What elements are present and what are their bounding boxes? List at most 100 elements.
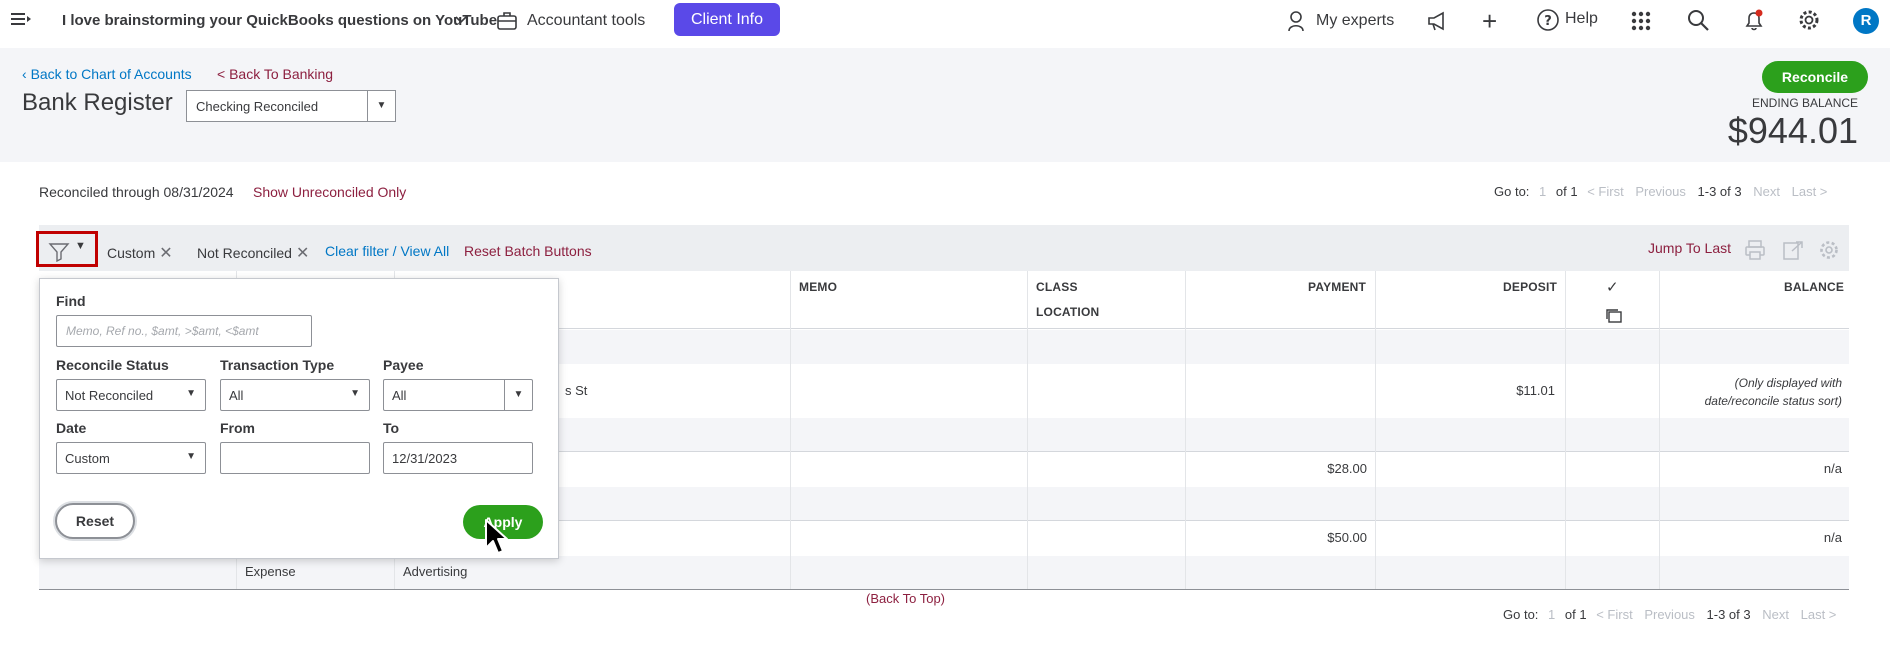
settings-gear-icon[interactable]: [1797, 8, 1821, 32]
column-header-deposit[interactable]: DEPOSIT: [1503, 280, 1557, 294]
first-page-link[interactable]: < First: [1587, 184, 1623, 199]
help-icon[interactable]: ?: [1536, 8, 1560, 32]
show-unreconciled-link[interactable]: Show Unreconciled Only: [253, 184, 406, 200]
ending-balance-label: ENDING BALANCE: [1752, 96, 1859, 110]
go-to-label: Go to:: [1503, 607, 1539, 622]
column-header-class[interactable]: CLASS: [1036, 280, 1078, 294]
date-value: Custom: [65, 451, 110, 466]
reconcile-status-select[interactable]: Not Reconciled ▼: [56, 379, 206, 411]
payment-cell[interactable]: $50.00: [1262, 530, 1367, 545]
column-header-memo[interactable]: MEMO: [799, 280, 837, 294]
client-info-button[interactable]: Client Info: [674, 3, 780, 36]
batch-copy-icon[interactable]: [1605, 308, 1623, 329]
svg-text:?: ?: [1544, 14, 1552, 29]
balance-note-line: (Only displayed with: [1734, 376, 1842, 390]
to-date-value: 12/31/2023: [392, 451, 458, 466]
back-to-top-link[interactable]: (Back To Top): [866, 591, 945, 606]
next-page-link[interactable]: Next: [1762, 607, 1789, 622]
page-range: 1-3 of 3: [1706, 607, 1751, 622]
table-row-sub: [39, 556, 1849, 589]
clear-filter-link[interactable]: Clear filter / View All: [325, 243, 449, 259]
last-page-link[interactable]: Last >: [1801, 607, 1837, 622]
column-divider: [1565, 271, 1566, 589]
caret-down-icon: ▼: [350, 388, 360, 399]
close-icon[interactable]: ✕: [159, 245, 172, 262]
apps-grid-icon[interactable]: [1630, 10, 1652, 32]
balance-cell: n/a: [1823, 530, 1842, 545]
briefcase-icon[interactable]: [496, 10, 518, 32]
help-link[interactable]: Help: [1565, 10, 1598, 28]
deposit-cell[interactable]: $11.01: [1450, 383, 1555, 398]
date-select[interactable]: Custom ▼: [56, 442, 206, 474]
previous-page-link[interactable]: Previous: [1635, 184, 1686, 199]
account-select[interactable]: Checking Reconciled ▼: [186, 90, 396, 122]
find-label: Find: [56, 293, 86, 309]
table-bottom-border: [39, 589, 1849, 590]
payee-cell[interactable]: s St: [565, 383, 587, 398]
reconcile-status-value: Not Reconciled: [65, 388, 154, 403]
back-coa-label: Back to Chart of Accounts: [30, 66, 192, 82]
jump-to-last-link[interactable]: Jump To Last: [1648, 240, 1731, 256]
print-icon[interactable]: [1744, 239, 1766, 261]
column-header-check[interactable]: ✓: [1606, 278, 1619, 296]
reconcile-status-label: Reconcile Status: [56, 357, 169, 373]
account-cell[interactable]: Advertising: [403, 564, 467, 579]
experts-icon[interactable]: [1285, 9, 1307, 33]
payee-select[interactable]: All ▼: [383, 379, 533, 411]
search-icon[interactable]: [1686, 8, 1710, 32]
new-plus-icon[interactable]: +: [1482, 6, 1497, 37]
export-icon[interactable]: [1782, 239, 1804, 261]
avatar[interactable]: R: [1853, 8, 1879, 34]
page-of-label: of 1: [1564, 607, 1587, 622]
reset-batch-buttons-link[interactable]: Reset Batch Buttons: [464, 243, 592, 259]
filter-button[interactable]: ▼: [36, 231, 98, 267]
to-label: To: [383, 420, 400, 436]
to-date-input[interactable]: 12/31/2023: [383, 442, 533, 474]
page-input[interactable]: 1: [1548, 607, 1555, 622]
notification-bell-icon[interactable]: [1742, 8, 1766, 32]
find-input[interactable]: Memo, Ref no., $amt, >$amt, <$amt: [56, 315, 312, 347]
column-divider: [1027, 271, 1028, 589]
hamburger-menu-icon[interactable]: [10, 10, 36, 34]
chip-label: Not Reconciled: [197, 245, 292, 261]
accountant-tools-link[interactable]: Accountant tools: [527, 12, 645, 30]
first-page-link[interactable]: < First: [1596, 607, 1632, 622]
close-icon[interactable]: ✕: [296, 245, 309, 262]
chip-label: Custom: [107, 245, 156, 261]
balance-cell: n/a: [1823, 461, 1842, 476]
from-label: From: [220, 420, 255, 436]
caret-down-icon: ▼: [504, 380, 532, 410]
payment-cell[interactable]: $28.00: [1262, 461, 1367, 476]
type-cell[interactable]: Expense: [245, 564, 296, 579]
last-page-link[interactable]: Last >: [1792, 184, 1828, 199]
find-placeholder: Memo, Ref no., $amt, >$amt, <$amt: [66, 324, 259, 338]
company-name[interactable]: I love brainstorming your QuickBooks que…: [62, 12, 497, 29]
page-range: 1-3 of 3: [1697, 184, 1742, 199]
filter-chip-custom[interactable]: Custom ✕: [107, 243, 173, 263]
date-label: Date: [56, 420, 87, 436]
next-page-link[interactable]: Next: [1753, 184, 1780, 199]
from-date-input[interactable]: [220, 442, 370, 474]
back-to-chart-of-accounts-link[interactable]: ‹ Back to Chart of Accounts: [22, 66, 192, 82]
balance-note: (Only displayed with date/reconcile stat…: [1660, 374, 1842, 410]
previous-page-link[interactable]: Previous: [1644, 607, 1695, 622]
my-experts-link[interactable]: My experts: [1316, 12, 1394, 30]
caret-down-icon[interactable]: ▼: [367, 91, 395, 121]
account-select-value: Checking Reconciled: [196, 99, 319, 114]
filter-chip-not-reconciled[interactable]: Not Reconciled ✕: [197, 243, 309, 263]
pager-top: Go to: 1 of 1 < First Previous 1-3 of 3 …: [1494, 184, 1827, 199]
column-divider: [790, 271, 791, 589]
reconcile-button[interactable]: Reconcile: [1762, 61, 1868, 93]
settings-gear-icon[interactable]: [1818, 239, 1840, 261]
column-header-balance[interactable]: BALANCE: [1784, 280, 1844, 294]
column-header-payment[interactable]: PAYMENT: [1308, 280, 1366, 294]
back-to-banking-link[interactable]: < Back To Banking: [217, 66, 333, 82]
chevron-down-icon[interactable]: [455, 13, 467, 27]
balance-note-line: date/reconcile status sort): [1704, 394, 1842, 408]
payee-label: Payee: [383, 357, 424, 373]
page-input[interactable]: 1: [1539, 184, 1546, 199]
reset-button[interactable]: Reset: [55, 503, 135, 539]
transaction-type-select[interactable]: All ▼: [220, 379, 370, 411]
megaphone-icon[interactable]: [1426, 10, 1450, 32]
column-header-location[interactable]: LOCATION: [1036, 305, 1099, 319]
